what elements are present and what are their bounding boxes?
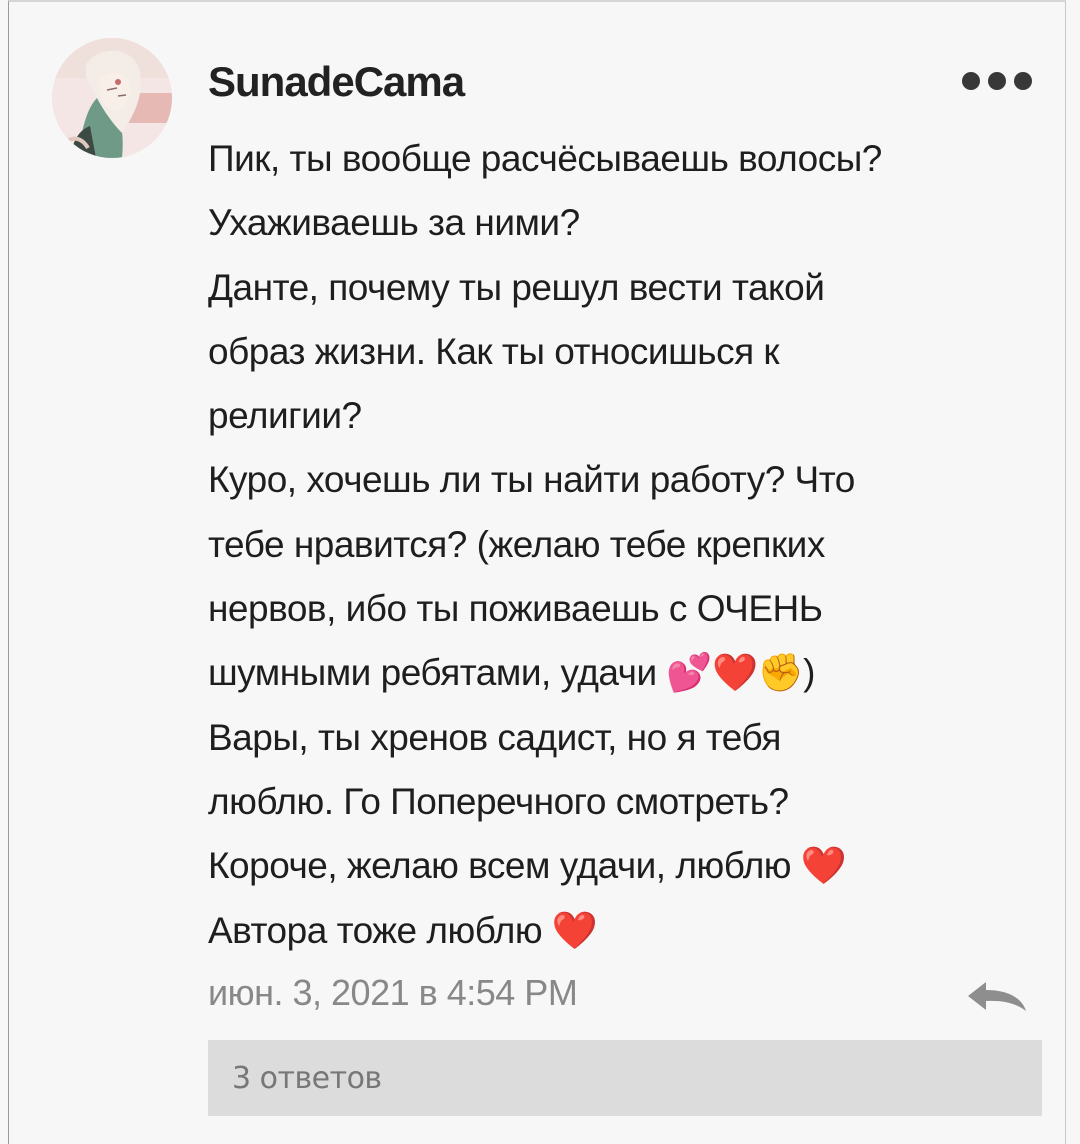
more-dots-icon[interactable] xyxy=(962,66,1032,96)
reply-arrow-icon[interactable] xyxy=(964,978,1030,1014)
comment-line: люблю. Го Поперечного смотреть? xyxy=(208,780,789,822)
comment-line: Ухаживаешь за ними? xyxy=(208,202,580,244)
dot xyxy=(962,72,980,90)
avatar-image xyxy=(52,38,172,158)
comment-line: тебе нравится? (желаю тебе крепких xyxy=(208,523,825,565)
comment-line: религии? xyxy=(208,395,362,437)
view-replies-button[interactable]: 3 ответов xyxy=(208,1040,1042,1116)
comment-line: Автора тоже люблю ❤️ xyxy=(208,909,598,951)
dot xyxy=(988,72,1006,90)
comment-line: шумными ребятами, удачи 💕❤️✊) xyxy=(208,652,815,694)
comment-line: образ жизни. Как ты относишься к xyxy=(208,330,780,372)
comment-line: Короче, желаю всем удачи, люблю ❤️ xyxy=(208,845,847,887)
comment-timestamp: июн. 3, 2021 в 4:54 PM xyxy=(208,972,578,1013)
username[interactable]: SunadeCama xyxy=(208,58,465,106)
comment-line: нервов, ибо ты поживаешь с ОЧЕНЬ xyxy=(208,588,823,630)
comment-line: Данте, почему ты решул вести такой xyxy=(208,266,825,308)
dot xyxy=(1014,72,1032,90)
comment-body: Пик, ты вообще расчёсываешь волосы? Ухаж… xyxy=(208,127,1053,963)
comment-line: Вары, ты хренов садист, но я тебя xyxy=(208,716,781,758)
comment-line: Куро, хочешь ли ты найти работу? Что xyxy=(208,459,855,501)
avatar[interactable] xyxy=(52,38,172,158)
replies-count-label: 3 ответов xyxy=(232,1060,382,1096)
comment-line: Пик, ты вообще расчёсываешь волосы? xyxy=(208,138,882,179)
